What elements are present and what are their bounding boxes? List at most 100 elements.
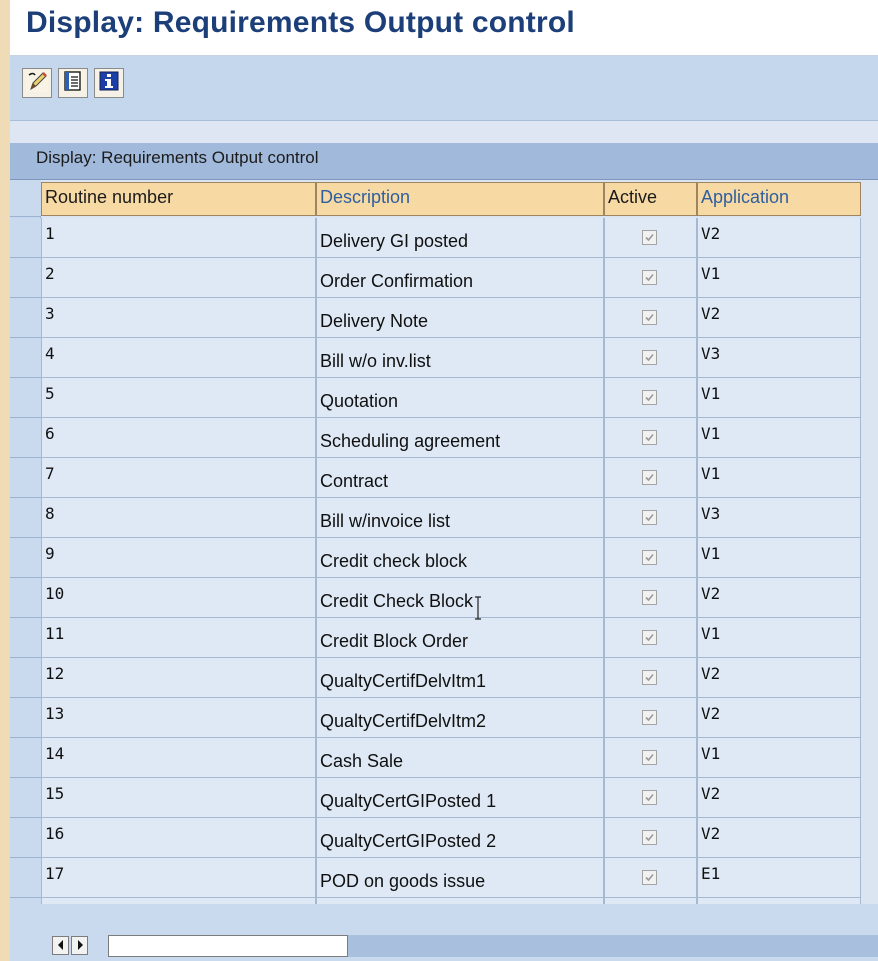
routine-number-cell[interactable]: 4 [41, 338, 316, 378]
description-cell[interactable]: Cash Sale [316, 738, 604, 778]
row-selector[interactable] [10, 538, 41, 578]
description-cell[interactable]: POD on goods issue [316, 858, 604, 898]
description-cell[interactable]: Scheduling agreement [316, 418, 604, 458]
row-selector[interactable] [10, 418, 41, 458]
routine-number-cell[interactable]: 1 [41, 218, 316, 258]
application-cell[interactable]: V1 [697, 378, 861, 418]
application-cell[interactable]: V2 [697, 578, 861, 618]
routine-number-cell[interactable]: 17 [41, 858, 316, 898]
scrollbar-thumb[interactable] [108, 935, 348, 957]
table-row[interactable]: 10 Credit Check Block V2 [41, 578, 861, 618]
description-cell[interactable]: QualtyCertifDelvItm2 [316, 698, 604, 738]
routine-number-cell[interactable]: 15 [41, 778, 316, 818]
description-cell[interactable]: QualtyCertGIPosted 2 [316, 818, 604, 858]
table-row[interactable]: 11 Credit Block Order V1 [41, 618, 861, 658]
row-selector[interactable] [10, 298, 41, 338]
table-row[interactable]: 14 Cash Sale V1 [41, 738, 861, 778]
application-cell[interactable]: V1 [697, 738, 861, 778]
routine-number-cell[interactable]: 8 [41, 498, 316, 538]
column-header-routine-number[interactable]: Routine number [41, 182, 316, 216]
table-row[interactable]: 5 Quotation V1 [41, 378, 861, 418]
row-selector[interactable] [10, 818, 41, 858]
routine-number-cell[interactable]: 16 [41, 818, 316, 858]
row-selector[interactable] [10, 498, 41, 538]
application-cell[interactable]: V1 [697, 538, 861, 578]
row-selector[interactable] [10, 738, 41, 778]
row-selector[interactable] [10, 338, 41, 378]
application-cell[interactable]: V2 [697, 698, 861, 738]
routine-number-cell[interactable]: 3 [41, 298, 316, 338]
description-cell[interactable]: Credit Check Block [316, 578, 604, 618]
column-header-active[interactable]: Active [604, 182, 697, 216]
routine-number-cell[interactable]: 11 [41, 618, 316, 658]
description-cell[interactable]: Bill w/o inv.list [316, 338, 604, 378]
column-header-application[interactable]: Application [697, 182, 861, 216]
row-selector[interactable] [10, 578, 41, 618]
active-cell [604, 218, 697, 258]
description-cell[interactable]: Quotation [316, 378, 604, 418]
row-selector[interactable] [10, 778, 41, 818]
application-cell[interactable]: V1 [697, 418, 861, 458]
routine-number-cell[interactable]: 5 [41, 378, 316, 418]
application-cell[interactable]: V2 [697, 658, 861, 698]
description-cell[interactable]: Order Confirmation [316, 258, 604, 298]
table-row[interactable]: 17 POD on goods issue E1 [41, 858, 861, 898]
row-selector[interactable] [10, 218, 41, 258]
description-cell[interactable]: Credit Block Order [316, 618, 604, 658]
routine-number-cell[interactable]: 12 [41, 658, 316, 698]
table-row[interactable]: 6 Scheduling agreement V1 [41, 418, 861, 458]
routine-number-cell[interactable]: 13 [41, 698, 316, 738]
application-cell[interactable]: V2 [697, 778, 861, 818]
table-row[interactable]: 2 Order Confirmation V1 [41, 258, 861, 298]
application-cell[interactable]: V1 [697, 458, 861, 498]
left-border-strip [0, 0, 10, 961]
application-cell[interactable]: V2 [697, 218, 861, 258]
application-cell[interactable]: E1 [697, 858, 861, 898]
description-cell[interactable]: Bill w/invoice list [316, 498, 604, 538]
routine-number-cell[interactable]: 10 [41, 578, 316, 618]
application-cell[interactable]: V1 [697, 258, 861, 298]
table-row[interactable]: 16 QualtyCertGIPosted 2 V2 [41, 818, 861, 858]
description-cell[interactable]: QualtyCertGIPosted 1 [316, 778, 604, 818]
table-row[interactable]: 8 Bill w/invoice list V3 [41, 498, 861, 538]
table-row[interactable]: 1 Delivery GI posted V2 [41, 218, 861, 258]
routine-number-cell[interactable]: 7 [41, 458, 316, 498]
scrollbar-track[interactable] [348, 935, 878, 957]
description-cell[interactable]: Delivery Note [316, 298, 604, 338]
table-row[interactable]: 4 Bill w/o inv.list V3 [41, 338, 861, 378]
table-row[interactable]: 7 Contract V1 [41, 458, 861, 498]
row-selector[interactable] [10, 458, 41, 498]
application-cell[interactable]: V3 [697, 498, 861, 538]
row-selector[interactable] [10, 618, 41, 658]
select-all-cell[interactable] [10, 180, 41, 217]
row-selector[interactable] [10, 658, 41, 698]
application-cell[interactable]: V1 [697, 618, 861, 658]
routine-number-cell[interactable]: 9 [41, 538, 316, 578]
row-selector[interactable] [10, 698, 41, 738]
table-row[interactable]: 3 Delivery Note V2 [41, 298, 861, 338]
column-header-description[interactable]: Description [316, 182, 604, 216]
description-cell[interactable]: Delivery GI posted [316, 218, 604, 258]
table-row[interactable]: 12 QualtyCertifDelvItm1 V2 [41, 658, 861, 698]
row-selector[interactable] [10, 258, 41, 298]
table-row[interactable]: 13 QualtyCertifDelvItm2 V2 [41, 698, 861, 738]
table-row[interactable]: 9 Credit check block V1 [41, 538, 861, 578]
description-cell[interactable]: Contract [316, 458, 604, 498]
edit-button[interactable] [22, 68, 52, 98]
application-cell[interactable]: V2 [697, 818, 861, 858]
row-selector[interactable] [10, 858, 41, 898]
application-cell[interactable]: V3 [697, 338, 861, 378]
scroll-right-button[interactable] [71, 936, 88, 955]
active-checkbox [642, 270, 657, 285]
scroll-left-button[interactable] [52, 936, 69, 955]
routine-number-cell[interactable]: 6 [41, 418, 316, 458]
description-cell[interactable]: Credit check block [316, 538, 604, 578]
routine-number-cell[interactable]: 2 [41, 258, 316, 298]
routine-number-cell[interactable]: 14 [41, 738, 316, 778]
information-button[interactable] [94, 68, 124, 98]
application-cell[interactable]: V2 [697, 298, 861, 338]
table-row[interactable]: 15 QualtyCertGIPosted 1 V2 [41, 778, 861, 818]
description-cell[interactable]: QualtyCertifDelvItm1 [316, 658, 604, 698]
row-selector[interactable] [10, 378, 41, 418]
document-list-button[interactable] [58, 68, 88, 98]
